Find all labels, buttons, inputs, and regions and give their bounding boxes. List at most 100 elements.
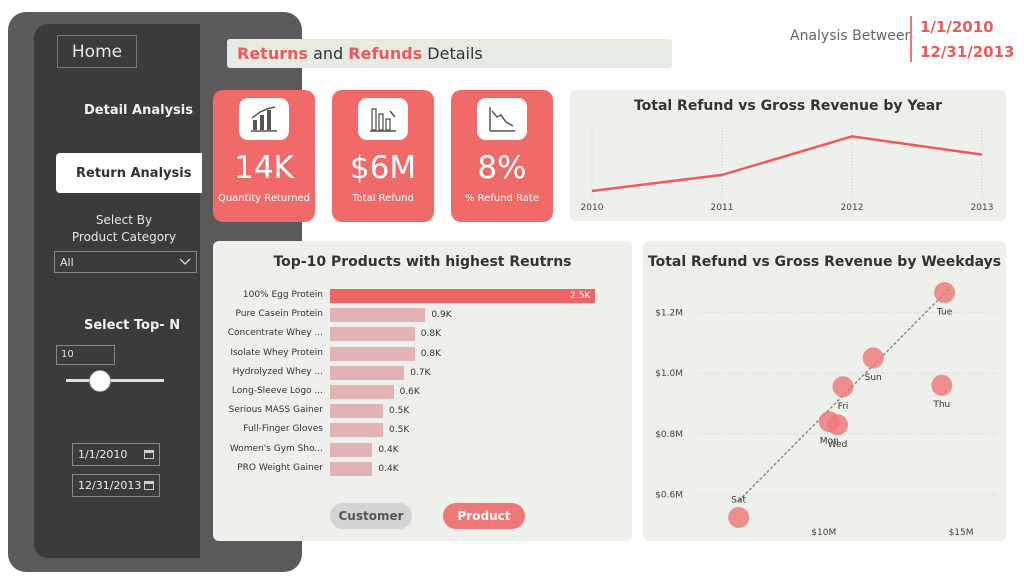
category-value: All	[60, 255, 74, 269]
bar-row[interactable]: Concentrate Whey ... 0.8K	[213, 327, 613, 342]
bar-row[interactable]: Women's Gym Sho... 0.4K	[213, 442, 613, 457]
top-n-slider-track[interactable]	[66, 379, 164, 382]
bar-value-label: 0.5K	[389, 406, 410, 417]
point-label: Tue	[936, 308, 953, 318]
bar-row[interactable]: Serious MASS Gainer 0.5K	[213, 404, 613, 419]
calendar-icon[interactable]	[144, 450, 154, 459]
bar[interactable]	[330, 346, 415, 361]
bar-value-label: 0.8K	[420, 329, 442, 340]
x-tick-label: $15M	[949, 528, 974, 538]
end-date-value: 12/31/2013	[78, 479, 142, 492]
kpi-quantity-returned: 14K Quantity Returned	[213, 90, 315, 222]
calendar-icon[interactable]	[144, 481, 154, 490]
bar-row[interactable]: PRO Weight Gainer 0.4K	[213, 461, 613, 476]
bar[interactable]	[330, 461, 373, 476]
bar-category-label: Concentrate Whey ...	[227, 328, 323, 339]
y-tick-label: $0.8M	[655, 430, 683, 440]
analysis-between-label: Analysis Between	[790, 28, 914, 44]
point-label: Sun	[865, 373, 882, 383]
bar-category-label: Long-Sleeve Logo ...	[231, 386, 323, 396]
product-toggle-button[interactable]: Product	[443, 503, 525, 529]
bar[interactable]	[330, 385, 394, 399]
top-products-bar-chart: 100% Egg Protein 2.5K Pure Casein Protein 0…	[213, 241, 632, 501]
nav-return-analysis[interactable]: Return Analysis	[56, 153, 202, 193]
analysis-date-to: 12/31/2013	[920, 43, 1015, 61]
point-label: Sat	[731, 495, 746, 505]
select-top-n-label: Select Top- N	[84, 318, 181, 333]
header-divider	[910, 16, 912, 62]
yearly-chart-panel: Total Refund vs Gross Revenue by Year 20…	[570, 90, 1006, 221]
end-date-input[interactable]: 12/31/2013	[72, 474, 160, 497]
weekday-chart-panel: Total Refund vs Gross Revenue by Weekday…	[643, 241, 1006, 541]
scatter-point[interactable]	[832, 376, 854, 398]
x-tick-label: 2013	[971, 203, 994, 213]
point-label: Mon	[820, 437, 839, 447]
kpi-refund-rate: 8% % Refund Rate	[451, 90, 553, 222]
nav-detail-analysis[interactable]: Detail Analysis	[84, 103, 193, 118]
series-line	[591, 135, 983, 193]
point-label: Fri	[838, 402, 849, 412]
bar-row[interactable]: Full-Finger Gloves 0.5K	[213, 423, 613, 438]
y-tick-label: $0.6M	[655, 491, 683, 501]
x-tick-label: 2012	[841, 203, 864, 213]
bar-category-label: Women's Gym Sho...	[229, 443, 323, 454]
bar-category-label: 100% Egg Protein	[242, 290, 323, 300]
top-n-slider-handle[interactable]	[89, 370, 111, 392]
bar-row[interactable]: Isolate Whey Protein 0.8K	[213, 346, 613, 361]
title-returns: Returns	[237, 44, 309, 63]
bar[interactable]	[330, 289, 595, 303]
kpi-value: 8%	[477, 150, 527, 186]
bar[interactable]	[330, 327, 415, 342]
scatter-point[interactable]	[728, 506, 750, 528]
chevron-down-icon	[179, 258, 191, 265]
x-tick-label: $10M	[811, 528, 836, 538]
yearly-line-chart: 2010 2011 2012 2013	[581, 128, 994, 213]
bar-category-label: Hydrolyzed Whey ...	[232, 366, 323, 377]
title-details: Details	[422, 44, 483, 63]
scatter-point[interactable]	[862, 347, 884, 369]
product-category-label: Product Category	[71, 230, 177, 244]
bar[interactable]	[330, 308, 426, 323]
bar-row[interactable]: Long-Sleeve Logo ... 0.6K	[213, 385, 613, 399]
bar[interactable]	[330, 365, 405, 380]
kpi-label: % Refund Rate	[465, 193, 539, 204]
bar[interactable]	[330, 442, 373, 457]
category-dropdown[interactable]: All	[54, 251, 197, 273]
bar-value-label: 0.4K	[378, 463, 399, 474]
start-date-value: 1/1/2010	[78, 448, 128, 461]
kpi-value: $6M	[349, 150, 417, 186]
bar-row[interactable]: 100% Egg Protein 2.5K	[213, 289, 613, 303]
bar-value-label: 0.6K	[399, 387, 420, 397]
bar-category-label: Full-Finger Gloves	[243, 424, 323, 435]
scatter-point[interactable]	[818, 411, 840, 433]
page-title: Returns and Refunds Details	[227, 39, 672, 68]
bar-value-label: 0.5K	[389, 425, 410, 436]
start-date-input[interactable]: 1/1/2010	[72, 443, 160, 466]
scatter-point[interactable]	[934, 282, 956, 304]
customer-toggle-button[interactable]: Customer	[330, 503, 412, 529]
kpi-label: Quantity Returned	[217, 193, 311, 204]
title-refunds: Refunds	[348, 44, 423, 63]
kpi-value: 14K	[234, 150, 294, 186]
bar-value-label: 0.9K	[431, 310, 452, 321]
bar[interactable]	[330, 423, 383, 438]
kpi-total-refund: $6M Total Refund	[332, 90, 434, 222]
scatter-point[interactable]	[931, 374, 953, 396]
bar-category-label: Pure Casein Protein	[235, 309, 323, 320]
point-label: Thu	[932, 400, 950, 410]
bar[interactable]	[330, 404, 383, 419]
bar-value-label: 0.4K	[378, 444, 399, 455]
x-tick-label: 2011	[711, 203, 734, 213]
bar-row[interactable]: Pure Casein Protein 0.9K	[213, 308, 613, 323]
x-tick-label: 2010	[581, 203, 604, 213]
top-n-input[interactable]: 10	[56, 345, 115, 365]
select-by-label: Select By	[95, 213, 153, 227]
y-tick-label: $1.0M	[655, 369, 683, 379]
bar-chart-icon	[239, 98, 289, 140]
home-button[interactable]: Home	[57, 35, 137, 68]
title-and: and	[308, 44, 349, 63]
bar-category-label: Serious MASS Gainer	[228, 405, 323, 416]
bar-value-label: 0.8K	[420, 348, 442, 359]
bar-row[interactable]: Hydrolyzed Whey ... 0.7K	[213, 365, 613, 380]
bar-category-label: Isolate Whey Protein	[230, 347, 323, 358]
